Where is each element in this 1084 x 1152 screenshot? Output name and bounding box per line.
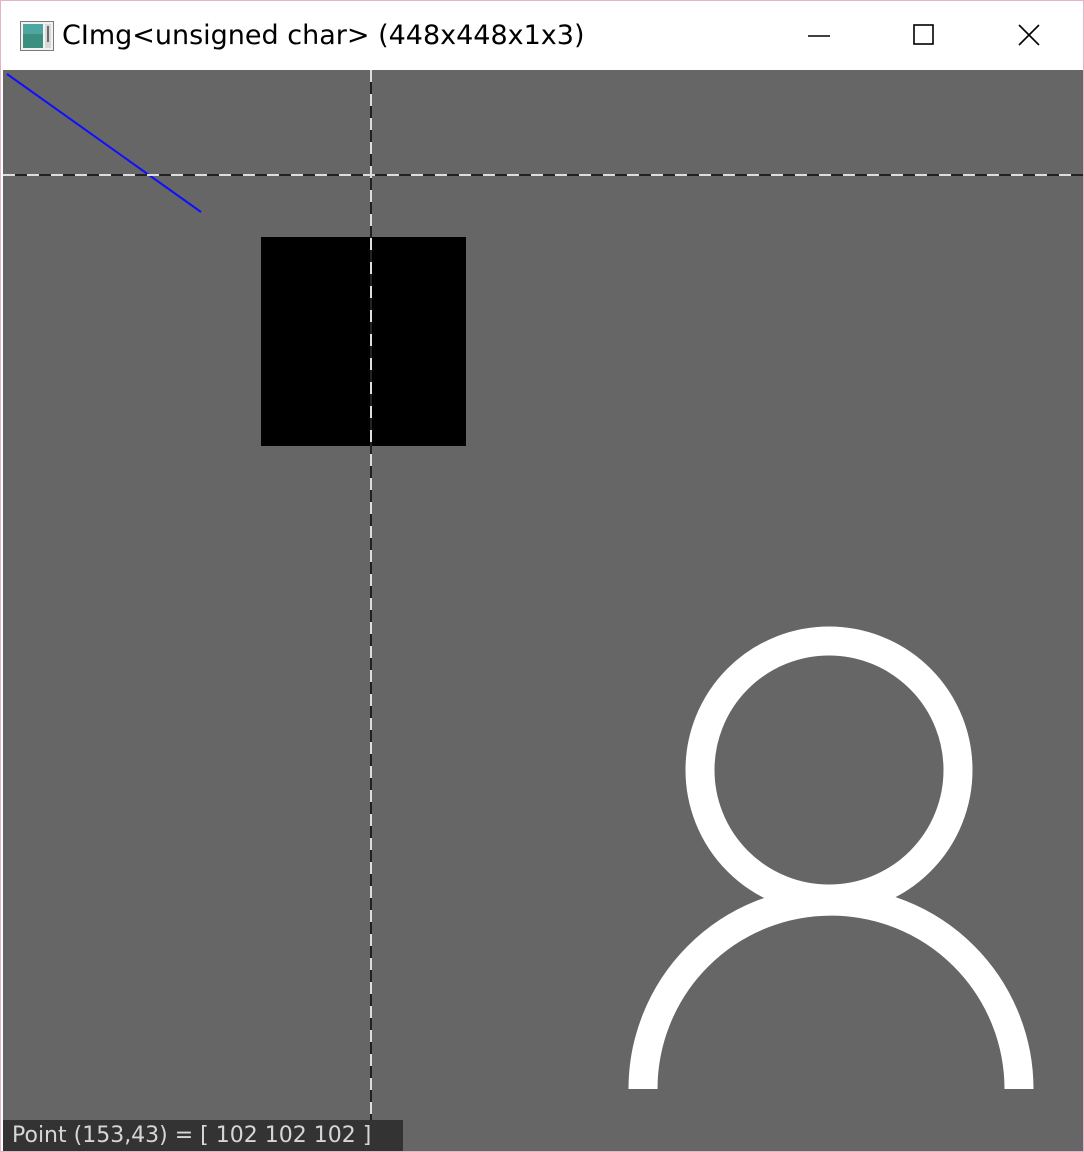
app-window: CImg<unsigned char> (448x448x1x3) Point … <box>0 0 1084 1152</box>
maximize-button[interactable] <box>872 1 976 70</box>
drawn-line <box>6 73 202 213</box>
close-icon <box>1018 24 1040 46</box>
black-rectangle <box>261 237 466 446</box>
cimg-app-icon <box>20 21 54 51</box>
user-silhouette-icon <box>628 626 1034 1090</box>
maximize-icon <box>913 24 934 45</box>
minimize-button[interactable] <box>767 1 871 70</box>
title-bar[interactable]: CImg<unsigned char> (448x448x1x3) <box>1 1 1083 70</box>
image-canvas[interactable]: Point (153,43) = [ 102 102 102 ] <box>3 70 1083 1151</box>
window-title: CImg<unsigned char> (448x448x1x3) <box>62 20 585 51</box>
close-button[interactable] <box>977 1 1081 70</box>
status-bar: Point (153,43) = [ 102 102 102 ] <box>3 1120 403 1151</box>
minimize-icon <box>808 35 830 37</box>
